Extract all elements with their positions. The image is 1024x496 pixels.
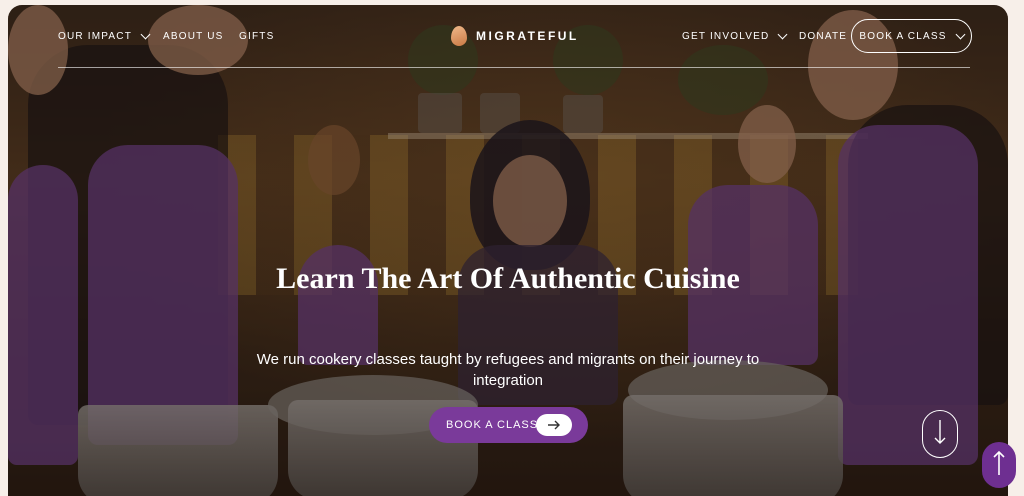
nav-gifts-label: GIFTS xyxy=(239,31,275,42)
book-class-nav-button[interactable]: BOOK A CLASS xyxy=(851,19,972,53)
chevron-down-icon xyxy=(140,29,151,40)
arrow-down-icon xyxy=(934,419,946,450)
nav-get-involved-label: GET INVOLVED xyxy=(682,31,770,42)
site-logo[interactable]: MIGRATEFUL xyxy=(451,26,579,46)
book-class-cta-button[interactable]: BOOK A CLASS xyxy=(429,407,588,443)
book-class-nav-label: BOOK A CLASS xyxy=(859,30,947,42)
arrow-up-icon xyxy=(993,450,1005,481)
nav-our-impact[interactable]: OUR IMPACT xyxy=(58,29,151,42)
scroll-down-button[interactable] xyxy=(922,410,958,458)
nav-our-impact-label: OUR IMPACT xyxy=(58,31,133,42)
chevron-down-icon xyxy=(777,29,788,40)
hero-headline: Learn The Art Of Authentic Cuisine xyxy=(276,262,740,295)
nav-donate[interactable]: DONATE xyxy=(799,31,847,42)
nav-gifts[interactable]: GIFTS xyxy=(239,31,274,42)
hero-subline: We run cookery classes taught by refugee… xyxy=(256,351,760,389)
logo-text: MIGRATEFUL xyxy=(476,29,579,43)
nav-about-us[interactable]: ABOUT US xyxy=(163,31,224,42)
migrateful-logo-icon xyxy=(451,26,467,46)
nav-divider xyxy=(58,67,970,68)
arrow-right-icon xyxy=(536,414,572,436)
chevron-down-icon xyxy=(955,29,966,39)
back-to-top-button[interactable] xyxy=(982,442,1016,488)
nav-about-us-label: ABOUT US xyxy=(163,31,224,42)
top-navigation: OUR IMPACT ABOUT US GIFTS MIGRATEFUL GET… xyxy=(8,5,1008,68)
nav-donate-label: DONATE xyxy=(799,31,848,42)
cta-label: BOOK A CLASS xyxy=(446,419,539,431)
hero-section: OUR IMPACT ABOUT US GIFTS MIGRATEFUL GET… xyxy=(8,5,1008,496)
nav-get-involved[interactable]: GET INVOLVED xyxy=(682,29,788,42)
